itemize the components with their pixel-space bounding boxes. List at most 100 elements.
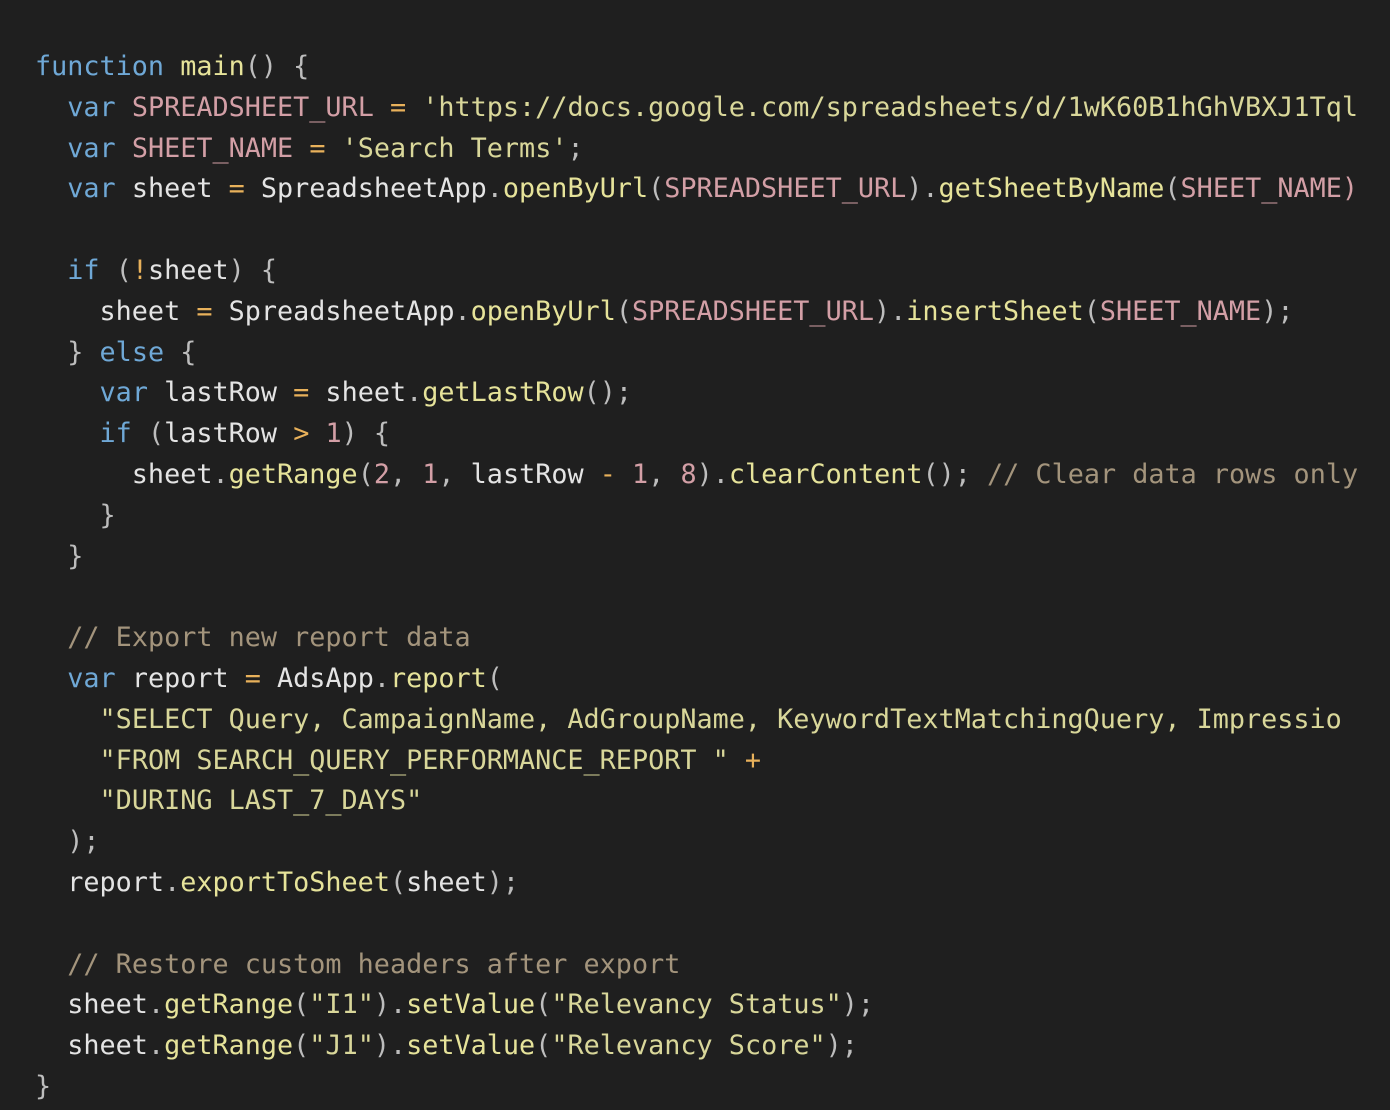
code-token: + (744, 744, 762, 776)
code-line: sheet.getRange(2, 1, lastRow - 1, 8).cle… (35, 455, 1358, 496)
code-token: ( (389, 866, 407, 898)
code-token: = (293, 377, 310, 409)
code-token: sheet (35, 1030, 148, 1062)
code-token: . (486, 173, 503, 205)
code-line: if (lastRow > 1) { (35, 414, 1358, 455)
code-token: (); (583, 377, 632, 409)
code-token: = (244, 662, 261, 694)
code-token: report (389, 662, 487, 694)
code-token: ). (906, 173, 939, 205)
code-token: ( (615, 295, 632, 327)
code-token: sheet (35, 989, 148, 1021)
code-token: if (67, 254, 100, 286)
code-token: ) { (341, 418, 391, 450)
code-token: SHEET_NAME (1099, 295, 1262, 327)
code-token: ( (648, 173, 665, 205)
code-line: } (35, 496, 1358, 537)
code-token: sheet (406, 866, 487, 898)
code-token: () { (244, 51, 310, 82)
code-token: SHEET_NAME) (1180, 173, 1359, 205)
code-token: ); (1261, 295, 1294, 327)
code-token: "Relevancy Score" (551, 1030, 826, 1062)
code-token: AdsApp (260, 662, 374, 694)
code-line: if (!sheet) { (35, 251, 1358, 292)
code-token: , (648, 458, 681, 490)
code-token: . (406, 377, 423, 409)
code-line: // Export new report data (35, 618, 1358, 659)
code-token: "DURING LAST_7_DAYS" (99, 785, 423, 817)
code-token: insertSheet (906, 295, 1084, 327)
code-token: SPREADSHEET_URL (131, 91, 374, 123)
code-token: var (67, 173, 116, 205)
code-token: 'Search Terms' (341, 132, 568, 164)
code-block[interactable]: function main() { var SPREADSHEET_URL = … (35, 47, 1358, 1108)
code-token: getLastRow (422, 377, 584, 409)
code-token: 2 (373, 458, 390, 490)
code-token: openByUrl (470, 295, 616, 327)
code-token: main (180, 51, 245, 82)
code-token: ). (373, 1030, 407, 1062)
code-line: function main() { (35, 47, 1358, 88)
code-token: 1 (325, 418, 342, 450)
code-token: setValue (406, 989, 536, 1021)
code-token: lastRow (147, 377, 294, 409)
code-token: = (389, 91, 407, 123)
code-token: "FROM SEARCH_QUERY_PERFORMANCE_REPORT " (99, 744, 729, 776)
code-line: var sheet = SpreadsheetApp.openByUrl(SPR… (35, 169, 1358, 210)
code-token: ); (825, 1030, 858, 1062)
code-line: } (35, 537, 1358, 578)
code-token: = (228, 173, 245, 205)
code-token: SHEET_NAME (131, 132, 294, 164)
code-line: report.exportToSheet(sheet); (35, 863, 1358, 904)
code-token: // Clear data rows only (987, 458, 1359, 490)
code-token: "I1" (309, 989, 374, 1021)
code-line: var report = AdsApp.report( (35, 659, 1358, 700)
code-token: ( (293, 1030, 310, 1062)
code-token: ( (1083, 295, 1100, 327)
code-token: ( (535, 1030, 552, 1062)
code-token: ( (293, 989, 310, 1021)
code-token: lastRow (470, 458, 600, 490)
code-token: ); (841, 989, 875, 1021)
code-token: ). (696, 458, 729, 490)
code-line: "SELECT Query, CampaignName, AdGroupName… (35, 700, 1358, 741)
code-token: ); (35, 826, 100, 858)
code-token: "Relevancy Status" (551, 989, 842, 1021)
code-token: var (67, 662, 116, 694)
code-line: } else { (35, 333, 1358, 374)
code-token: (); (922, 458, 988, 490)
code-token: getRange (164, 989, 294, 1021)
code-token: openByUrl (502, 173, 649, 205)
code-token: = (309, 132, 326, 164)
code-token: } (35, 1070, 52, 1102)
code-token: getSheetByName (938, 173, 1165, 205)
code-token: } (35, 540, 84, 572)
code-line: "FROM SEARCH_QUERY_PERFORMANCE_REPORT " … (35, 741, 1358, 782)
code-token: 'https://docs.google.com/spreadsheets/d/… (422, 91, 1358, 123)
code-token: = (196, 295, 213, 327)
code-editor[interactable]: function main() { var SPREADSHEET_URL = … (0, 0, 1366, 1110)
code-token: var (99, 377, 148, 409)
code-token: var (67, 132, 116, 164)
code-token: // Export new report data (67, 622, 471, 654)
code-token: ( (131, 418, 165, 450)
code-token: ( (357, 458, 374, 490)
code-line: sheet.getRange("J1").setValue("Relevancy… (35, 1026, 1358, 1067)
